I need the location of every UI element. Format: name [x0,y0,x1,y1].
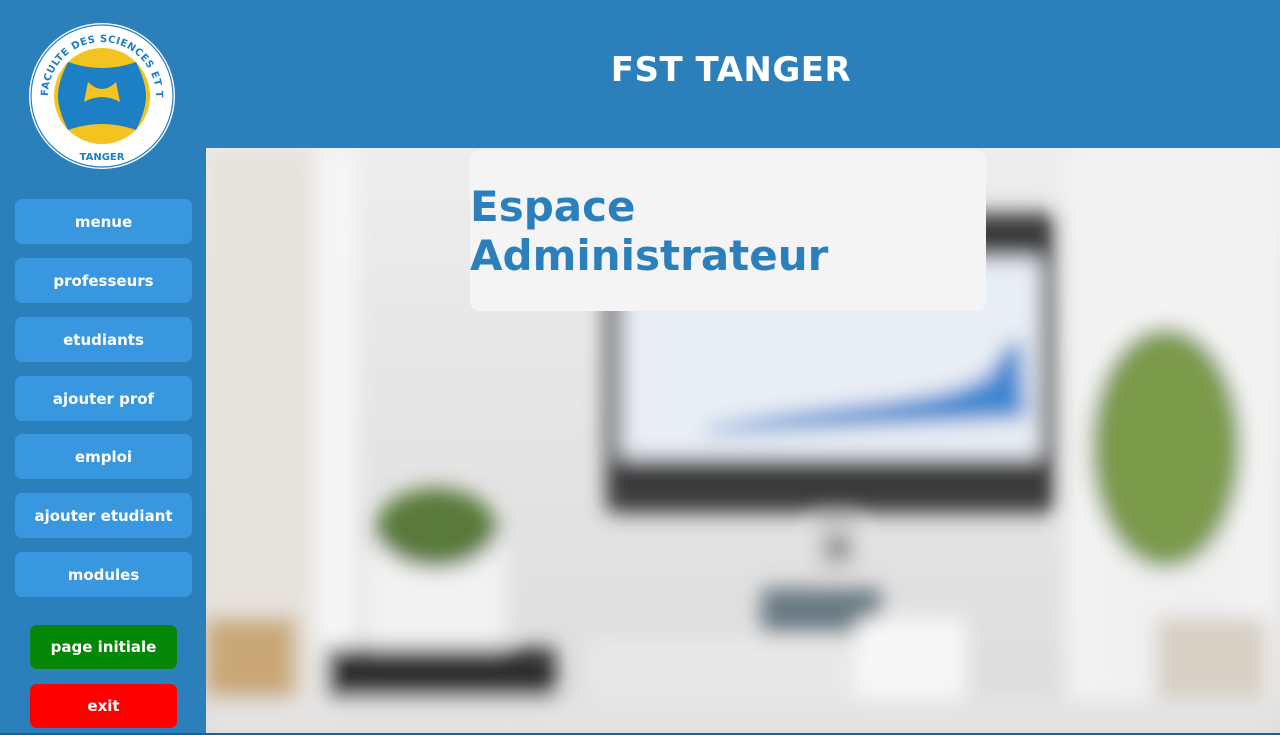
nav-label: professeurs [53,271,154,290]
page-title: FST TANGER [610,50,852,90]
nav-button-professeurs[interactable]: professeurs [15,258,192,303]
nav-button-emploi[interactable]: emploi [15,434,192,479]
action-label: page initiale [50,638,157,656]
nav-button-modules[interactable]: modules [15,552,192,597]
sidebar: FACULTE DES SCIENCES ET TECHNIQUES TANGE… [0,0,206,735]
logo-text-bottom: TANGER [80,152,125,163]
nav-button-menue[interactable]: menue [15,199,192,244]
nav-label: modules [67,565,140,584]
nav-label: menue [74,212,133,231]
nav-label: etudiants [63,330,144,349]
nav-label: emploi [74,447,133,466]
nav-button-etudiants[interactable]: etudiants [15,317,192,362]
exit-button[interactable]: exit [30,684,177,728]
nav-label: ajouter prof [52,389,155,408]
title-card: Espace Administrateur [470,150,986,311]
nav-button-ajouter-prof[interactable]: ajouter prof [15,376,192,421]
fst-tanger-logo: FACULTE DES SCIENCES ET TECHNIQUES TANGE… [28,22,175,169]
nav-label: ajouter etudiant [34,506,173,525]
card-title: Espace Administrateur [470,181,829,280]
nav-button-ajouter-etudiant[interactable]: ajouter etudiant [15,493,192,538]
page-initiale-button[interactable]: page initiale [30,625,177,669]
action-label: exit [87,697,120,715]
main-content: Espace Administrateur [206,148,1280,733]
header-bar: FST TANGER [206,0,1280,148]
